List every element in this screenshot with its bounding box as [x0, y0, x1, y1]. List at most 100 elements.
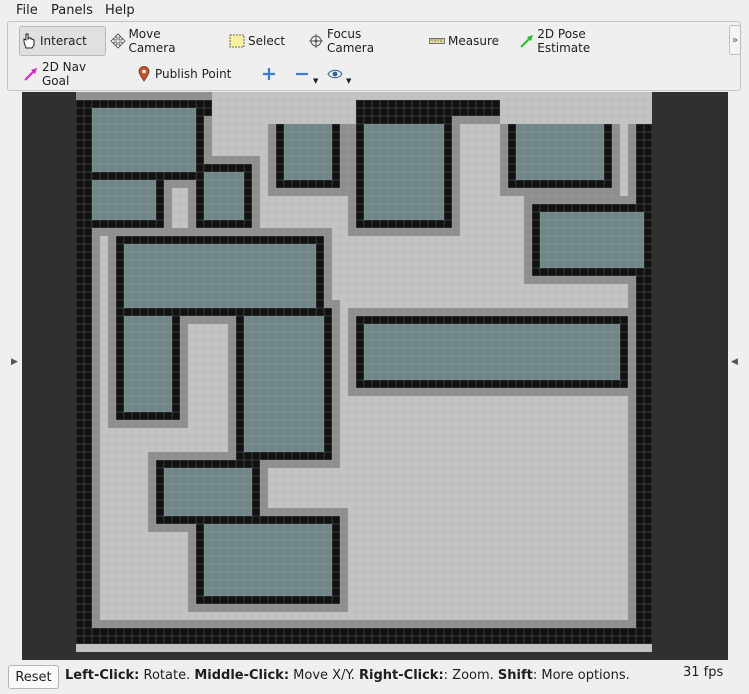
lethal-cell	[308, 396, 316, 404]
occupied-cell	[532, 244, 540, 252]
right-panel-toggle[interactable]: ◀	[728, 92, 742, 660]
occupied-cell	[252, 460, 260, 468]
lethal-cell	[396, 148, 404, 156]
occupied-cell	[444, 116, 452, 124]
view-tool-button[interactable]: ▼	[326, 59, 352, 89]
focus-camera-tool-button[interactable]: Focus Camera	[307, 26, 412, 56]
lethal-cell	[148, 276, 156, 284]
occupied-cell	[308, 452, 316, 460]
inflation-cell	[220, 452, 228, 460]
inflation-cell	[340, 596, 348, 604]
lethal-cell	[540, 172, 548, 180]
inflation-cell	[596, 188, 604, 196]
occupied-cell	[148, 236, 156, 244]
occupied-cell	[172, 412, 180, 420]
lethal-cell	[540, 348, 548, 356]
lethal-cell	[116, 116, 124, 124]
move-arrows-icon	[109, 32, 126, 50]
lethal-cell	[268, 436, 276, 444]
lethal-cell	[212, 212, 220, 220]
occupied-cell	[220, 460, 228, 468]
lethal-cell	[564, 236, 572, 244]
occupied-cell	[300, 628, 308, 636]
pose-estimate-tool-button[interactable]: 2D Pose Estimate	[518, 26, 638, 56]
occupied-cell	[84, 508, 92, 516]
occupied-cell	[172, 460, 180, 468]
occupied-cell	[364, 316, 372, 324]
inflation-cell	[628, 196, 636, 204]
occupied-cell	[156, 204, 164, 212]
occupied-cell	[644, 452, 652, 460]
inflation-cell	[268, 148, 276, 156]
add-tool-button[interactable]	[260, 59, 280, 89]
lethal-cell	[188, 508, 196, 516]
occupied-cell	[412, 636, 420, 644]
lethal-cell	[244, 380, 252, 388]
select-tool-button[interactable]: Select	[228, 26, 288, 56]
inflation-cell	[148, 492, 156, 500]
publish-point-tool-button[interactable]: Publish Point	[135, 59, 235, 89]
occupied-cell	[132, 308, 140, 316]
inflation-cell	[92, 468, 100, 476]
plus-icon	[260, 65, 278, 83]
lethal-cell	[580, 148, 588, 156]
menu-file[interactable]: File	[16, 3, 38, 18]
render-viewport[interactable]	[22, 92, 728, 660]
lethal-cell	[468, 324, 476, 332]
inflation-cell	[140, 620, 148, 628]
occupied-cell	[276, 172, 284, 180]
lethal-cell	[540, 228, 548, 236]
inflation-cell	[524, 212, 532, 220]
inflation-cell	[228, 444, 236, 452]
lethal-cell	[324, 548, 332, 556]
lethal-cell	[612, 252, 620, 260]
occupancy-grid-map[interactable]	[76, 92, 652, 652]
lethal-cell	[252, 388, 260, 396]
measure-tool-button[interactable]: Measure	[428, 26, 500, 56]
lethal-cell	[212, 180, 220, 188]
lethal-cell	[148, 300, 156, 308]
menu-panels[interactable]: Panels	[51, 3, 93, 18]
inflation-cell	[196, 316, 204, 324]
reset-button[interactable]: Reset	[8, 665, 59, 689]
occupied-cell	[484, 628, 492, 636]
occupied-cell	[436, 316, 444, 324]
lethal-cell	[124, 124, 132, 132]
inflation-cell	[148, 92, 156, 100]
occupied-cell	[316, 516, 324, 524]
lethal-cell	[140, 276, 148, 284]
occupied-cell	[76, 468, 84, 476]
inflation-cell	[348, 196, 356, 204]
occupied-cell	[324, 348, 332, 356]
lethal-cell	[284, 412, 292, 420]
lethal-cell	[252, 420, 260, 428]
occupied-cell	[84, 244, 92, 252]
occupied-cell	[84, 116, 92, 124]
inflation-cell	[580, 196, 588, 204]
occupied-cell	[244, 628, 252, 636]
interact-tool-button[interactable]: Interact	[19, 26, 106, 56]
lethal-cell	[396, 372, 404, 380]
inflation-cell	[348, 204, 356, 212]
menu-help[interactable]: Help	[105, 3, 135, 18]
nav-goal-tool-button[interactable]: 2D Nav Goal	[22, 59, 117, 89]
inflation-cell	[220, 620, 228, 628]
lethal-cell	[412, 148, 420, 156]
occupied-cell	[644, 148, 652, 156]
toolbar-overflow-button[interactable]: »	[729, 25, 741, 55]
occupied-cell	[636, 356, 644, 364]
lethal-cell	[212, 284, 220, 292]
move-camera-tool-button[interactable]: Move Camera	[109, 26, 209, 56]
lethal-cell	[220, 540, 228, 548]
lethal-cell	[124, 316, 132, 324]
left-panel-toggle[interactable]: ▶	[7, 92, 22, 660]
occupied-cell	[612, 316, 620, 324]
lethal-cell	[276, 572, 284, 580]
inflation-cell	[228, 436, 236, 444]
occupied-cell	[76, 180, 84, 188]
occupied-cell	[484, 316, 492, 324]
occupied-cell	[636, 364, 644, 372]
lethal-cell	[228, 300, 236, 308]
remove-tool-button[interactable]: ▼	[293, 59, 319, 89]
inflation-cell	[380, 228, 388, 236]
